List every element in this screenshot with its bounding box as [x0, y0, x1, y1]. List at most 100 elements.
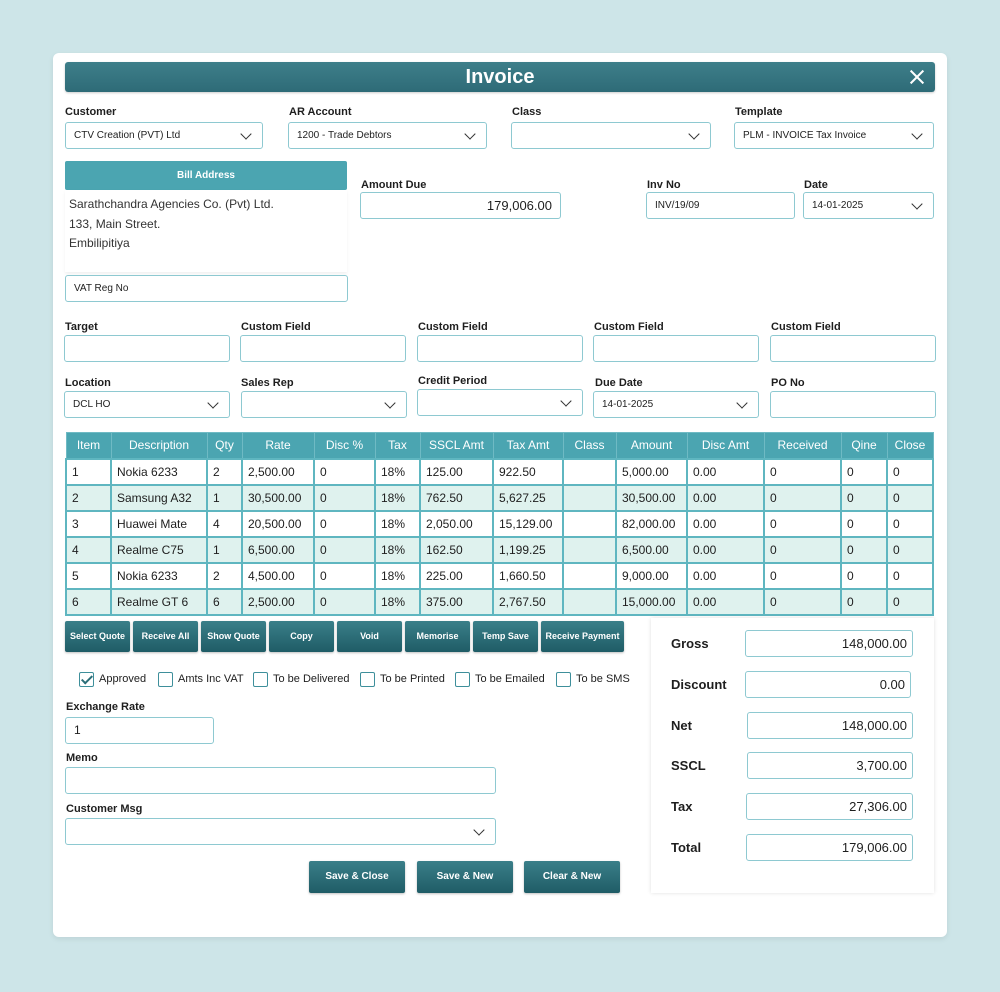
table-cell[interactable]: 18% — [374, 457, 421, 486]
table-cell[interactable]: 0 — [840, 457, 888, 486]
table-cell[interactable]: 0 — [840, 483, 888, 512]
target-input[interactable] — [64, 335, 230, 362]
table-cell[interactable]: 0 — [840, 587, 888, 616]
class-select[interactable] — [511, 122, 711, 149]
table-cell[interactable]: 0 — [840, 535, 888, 564]
table-cell[interactable]: 4 — [206, 509, 243, 538]
table-cell[interactable]: Huawei Mate — [110, 509, 208, 538]
customer-msg-select[interactable] — [65, 818, 496, 845]
table-cell[interactable]: 0 — [886, 483, 934, 512]
table-cell[interactable]: 375.00 — [419, 587, 494, 616]
memorise-button[interactable]: Memorise — [405, 621, 470, 652]
table-cell[interactable]: 15,000.00 — [615, 587, 688, 616]
column-header[interactable]: Class — [562, 432, 617, 459]
table-cell[interactable]: 2,767.50 — [492, 587, 564, 616]
table-cell[interactable]: 0 — [763, 561, 842, 590]
discount-input[interactable]: 0.00 — [745, 671, 911, 698]
column-header[interactable]: Qine — [840, 432, 888, 459]
table-cell[interactable]: 0 — [886, 457, 934, 486]
table-cell[interactable]: 0 — [763, 587, 842, 616]
table-cell[interactable] — [562, 561, 617, 590]
column-header[interactable]: Tax Amt — [492, 432, 564, 459]
clear-new-button[interactable]: Clear & New — [524, 861, 620, 893]
custom-field-input[interactable] — [240, 335, 406, 362]
table-cell[interactable]: 1 — [206, 483, 243, 512]
table-cell[interactable]: 6 — [65, 587, 112, 616]
column-header[interactable]: Close — [886, 432, 934, 459]
sales-rep-select[interactable] — [241, 391, 407, 418]
table-cell[interactable]: 5,000.00 — [615, 457, 688, 486]
table-cell[interactable]: 18% — [374, 483, 421, 512]
table-cell[interactable]: 18% — [374, 587, 421, 616]
table-row[interactable]: 6 Realme GT 6 6 2,500.00 0 18% 375.00 2,767.50 1… — [65, 587, 934, 616]
table-cell[interactable]: 6,500.00 — [615, 535, 688, 564]
table-cell[interactable]: 0 — [313, 509, 376, 538]
table-cell[interactable]: 0 — [763, 509, 842, 538]
close-icon[interactable] — [909, 69, 925, 85]
table-cell[interactable]: 15,129.00 — [492, 509, 564, 538]
table-cell[interactable] — [562, 587, 617, 616]
table-cell[interactable]: 0 — [313, 535, 376, 564]
table-cell[interactable]: 0 — [313, 483, 376, 512]
table-cell[interactable] — [562, 483, 617, 512]
table-cell[interactable]: 0.00 — [686, 483, 765, 512]
column-header[interactable]: Received — [763, 432, 842, 459]
due-date-picker[interactable]: 14-01-2025 — [593, 391, 759, 418]
table-cell[interactable]: 0 — [313, 561, 376, 590]
table-cell[interactable]: 162.50 — [419, 535, 494, 564]
select-quote-button[interactable]: Select Quote — [65, 621, 130, 652]
table-cell[interactable]: Samsung A32 — [110, 483, 208, 512]
table-cell[interactable]: 2,500.00 — [241, 457, 315, 486]
table-cell[interactable]: 9,000.00 — [615, 561, 688, 590]
table-cell[interactable]: 18% — [374, 535, 421, 564]
table-cell[interactable]: 125.00 — [419, 457, 494, 486]
table-cell[interactable]: 0.00 — [686, 561, 765, 590]
credit-period-select[interactable] — [417, 389, 583, 416]
table-cell[interactable]: 0 — [763, 483, 842, 512]
table-cell[interactable]: 1,199.25 — [492, 535, 564, 564]
table-cell[interactable]: 3 — [65, 509, 112, 538]
table-cell[interactable]: 0 — [886, 587, 934, 616]
date-picker[interactable]: 14-01-2025 — [803, 192, 934, 219]
inv-no-input[interactable]: INV/19/09 — [646, 192, 795, 219]
customer-select[interactable]: CTV Creation (PVT) Ltd — [65, 122, 263, 149]
template-select[interactable]: PLM - INVOICE Tax Invoice — [734, 122, 934, 149]
column-header[interactable]: Disc % — [313, 432, 376, 459]
table-row[interactable]: 3 Huawei Mate 4 20,500.00 0 18% 2,050.00 15,129… — [65, 509, 934, 538]
copy-button[interactable]: Copy — [269, 621, 334, 652]
table-cell[interactable]: 18% — [374, 561, 421, 590]
exchange-rate-input[interactable]: 1 — [65, 717, 214, 744]
table-cell[interactable]: 0 — [886, 509, 934, 538]
table-cell[interactable]: 1,660.50 — [492, 561, 564, 590]
table-cell[interactable]: 0.00 — [686, 509, 765, 538]
table-cell[interactable]: 0 — [763, 535, 842, 564]
column-header[interactable]: Tax — [374, 432, 421, 459]
table-cell[interactable]: 5 — [65, 561, 112, 590]
custom-field-input[interactable] — [593, 335, 759, 362]
table-cell[interactable]: 4,500.00 — [241, 561, 315, 590]
column-header[interactable]: Rate — [241, 432, 315, 459]
receive-all-button[interactable]: Receive All — [133, 621, 198, 652]
table-cell[interactable]: 2 — [206, 457, 243, 486]
custom-field-input[interactable] — [417, 335, 583, 362]
column-header[interactable]: Qty — [206, 432, 243, 459]
column-header[interactable]: Item — [65, 432, 112, 459]
table-cell[interactable]: 30,500.00 — [241, 483, 315, 512]
table-cell[interactable] — [562, 509, 617, 538]
table-cell[interactable]: 2,500.00 — [241, 587, 315, 616]
table-cell[interactable]: 30,500.00 — [615, 483, 688, 512]
table-cell[interactable]: 6,500.00 — [241, 535, 315, 564]
table-cell[interactable]: 0 — [840, 509, 888, 538]
po-no-input[interactable] — [770, 391, 936, 418]
table-cell[interactable]: Nokia 6233 — [110, 457, 208, 486]
vat-reg-input[interactable]: VAT Reg No — [65, 275, 348, 302]
table-cell[interactable]: 0 — [313, 587, 376, 616]
table-cell[interactable]: 0 — [840, 561, 888, 590]
custom-field-input[interactable] — [770, 335, 936, 362]
ar-account-select[interactable]: 1200 - Trade Debtors — [288, 122, 487, 149]
table-cell[interactable]: 2 — [65, 483, 112, 512]
table-cell[interactable]: 20,500.00 — [241, 509, 315, 538]
column-header[interactable]: Disc Amt — [686, 432, 765, 459]
memo-input[interactable] — [65, 767, 496, 794]
table-cell[interactable]: 6 — [206, 587, 243, 616]
